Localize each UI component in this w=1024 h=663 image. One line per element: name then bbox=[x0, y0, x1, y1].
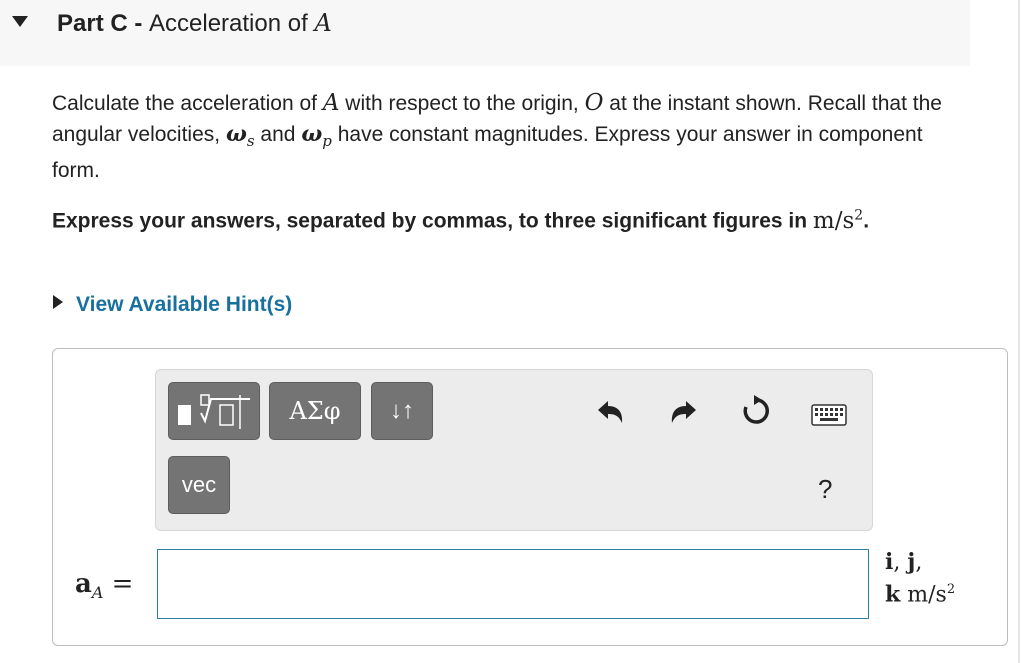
keyboard-icon[interactable] bbox=[811, 404, 847, 431]
part-label: Part C bbox=[57, 10, 128, 37]
answer-equals: = bbox=[103, 569, 134, 599]
problem-text-1: Calculate the acceleration of bbox=[52, 92, 323, 115]
collapse-triangle-icon[interactable] bbox=[10, 14, 30, 33]
unit-ms: m/s bbox=[900, 582, 947, 608]
part-title-text: Acceleration of bbox=[149, 10, 315, 37]
answer-units: i, j, k m/s2 bbox=[885, 549, 1005, 608]
answer-input[interactable] bbox=[157, 549, 869, 619]
answer-label: aA = bbox=[75, 569, 133, 602]
unit-comma-1: , bbox=[893, 550, 908, 575]
part-title: Part C - Acceleration of A bbox=[57, 9, 332, 38]
templates-icon bbox=[178, 394, 250, 429]
omega-p: ω bbox=[301, 121, 323, 147]
unit-exp: 2 bbox=[946, 582, 956, 597]
redo-icon[interactable] bbox=[668, 398, 698, 431]
unit-comma-2: , bbox=[915, 550, 923, 575]
instruction-unit-base: m/s bbox=[812, 207, 855, 234]
vec-button[interactable]: vec bbox=[168, 456, 230, 514]
omega-p-sub: p bbox=[322, 132, 332, 150]
var-a: A bbox=[322, 90, 340, 116]
var-o: O bbox=[584, 90, 604, 116]
arrows-button[interactable]: ↓↑ bbox=[371, 382, 433, 440]
problem-statement: Calculate the acceleration of A with res… bbox=[52, 88, 952, 186]
undo-icon[interactable] bbox=[596, 398, 626, 431]
greek-symbols-button[interactable]: ΑΣφ bbox=[269, 382, 361, 440]
part-header[interactable]: Part C - Acceleration of A bbox=[0, 0, 970, 66]
omega-s: ω bbox=[225, 121, 247, 147]
omega-s-sub: s bbox=[246, 132, 255, 150]
unit-k: k bbox=[885, 581, 901, 608]
page-divider bbox=[1018, 0, 1020, 663]
help-button[interactable]: ? bbox=[818, 474, 832, 505]
problem-text-4: and bbox=[254, 123, 302, 146]
reset-icon[interactable] bbox=[740, 395, 772, 432]
triangle-right-icon bbox=[52, 292, 64, 316]
view-hints-link[interactable]: View Available Hint(s) bbox=[52, 292, 292, 317]
part-separator: - bbox=[127, 10, 150, 37]
answer-panel: ΑΣφ ↓↑ vec ? aA = i, j, k m/s2 bbox=[52, 348, 1008, 646]
templates-button[interactable] bbox=[168, 382, 260, 440]
answer-var: a bbox=[75, 569, 92, 599]
problem-text-2: with respect to the origin, bbox=[339, 92, 585, 115]
view-hints-label[interactable]: View Available Hint(s) bbox=[76, 293, 292, 316]
part-title-var: A bbox=[314, 9, 332, 37]
math-toolbar: ΑΣφ ↓↑ vec ? bbox=[155, 369, 873, 531]
instruction-text: Express your answers, separated by comma… bbox=[52, 209, 813, 233]
instruction-unit: m/s2 bbox=[812, 207, 864, 234]
answer-var-sub: A bbox=[91, 583, 104, 602]
instruction-end: . bbox=[863, 209, 870, 233]
instruction-unit-exp: 2 bbox=[854, 207, 864, 223]
answer-instruction: Express your answers, separated by comma… bbox=[52, 200, 972, 237]
